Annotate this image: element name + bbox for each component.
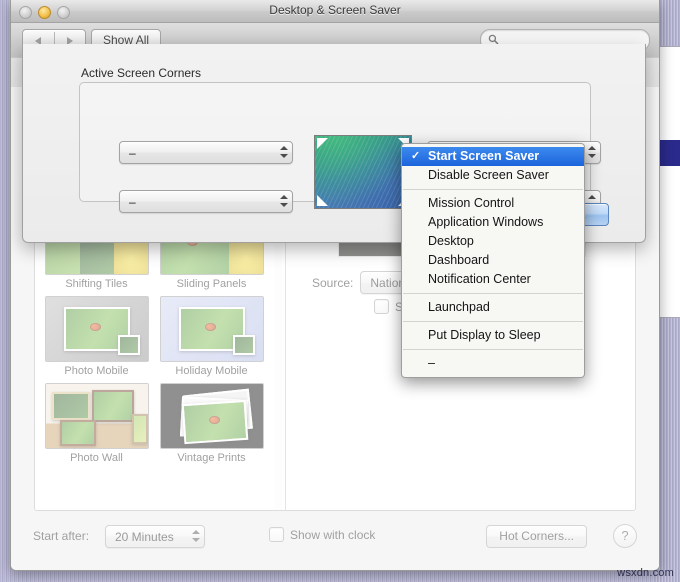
corner-popup-top-left[interactable]: – <box>119 141 293 164</box>
menu-item-label: Desktop <box>428 234 474 248</box>
thumb-art <box>91 390 134 422</box>
start-after-label: Start after: <box>33 529 90 543</box>
menu-item-put-display-to-sleep[interactable]: Put Display to Sleep <box>402 326 584 345</box>
window-title: Desktop & Screen Saver <box>269 3 401 17</box>
menu-item-label: Disable Screen Saver <box>428 168 549 182</box>
corner-popup-top-left-value: – <box>129 145 136 160</box>
thumb-art <box>59 420 96 446</box>
menu-item-start-screen-saver[interactable]: ✓ Start Screen Saver <box>402 147 584 166</box>
corner-popup-bottom-left-value: – <box>129 194 136 209</box>
corner-marker-bottom-left-icon <box>317 195 328 206</box>
list-item-label: Holiday Mobile <box>175 365 248 377</box>
screen-corners-preview <box>314 135 412 209</box>
help-button[interactable]: ? <box>613 524 637 548</box>
list-item[interactable]: Photo Wall <box>41 383 152 464</box>
list-item-label: Photo Wall <box>70 452 123 464</box>
list-item-label: Photo Mobile <box>64 365 129 377</box>
corner-marker-top-left-icon <box>317 138 328 149</box>
list-item[interactable]: Photo Mobile <box>41 296 152 377</box>
start-after-value: 20 Minutes <box>115 529 174 544</box>
menu-item-label: Start Screen Saver <box>428 149 540 163</box>
menu-item-label: – <box>428 356 435 370</box>
chevron-updown-icon <box>188 526 204 547</box>
chevron-updown-icon <box>584 142 600 163</box>
menu-item-launchpad[interactable]: Launchpad <box>402 298 584 317</box>
menu-separator <box>403 293 583 294</box>
screen-saver-thumbnail <box>159 383 264 449</box>
screen-saver-thumbnail <box>44 296 149 362</box>
corner-popup-bottom-left[interactable]: – <box>119 190 293 213</box>
screen-saver-thumbnail <box>44 383 149 449</box>
menu-item-label: Put Display to Sleep <box>428 328 541 342</box>
menu-item-label: Mission Control <box>428 196 515 210</box>
hot-corners-button[interactable]: Hot Corners... <box>486 525 587 548</box>
menu-item-none[interactable]: – <box>402 354 584 373</box>
ladybug-icon <box>89 323 101 331</box>
screen-saver-thumbnail <box>159 296 264 362</box>
watermark: wsxdn.com <box>617 567 674 579</box>
ladybug-icon <box>208 416 220 424</box>
thumb-art-small <box>117 335 140 355</box>
menu-item-label: Application Windows <box>428 215 544 229</box>
menu-item-dashboard[interactable]: Dashboard <box>402 251 584 270</box>
bottom-bar: Start after: 20 Minutes Show with clock … <box>11 515 659 559</box>
chevron-updown-icon <box>276 191 292 212</box>
thumb-art <box>131 414 148 444</box>
background-window-fragment <box>658 46 680 318</box>
ladybug-icon <box>204 323 216 331</box>
chevron-updown-icon <box>276 142 292 163</box>
menu-separator <box>403 321 583 322</box>
menu-item-mission-control[interactable]: Mission Control <box>402 194 584 213</box>
source-label: Source: <box>312 275 354 290</box>
show-with-clock-row[interactable]: Show with clock <box>269 527 375 542</box>
menu-item-notification-center[interactable]: Notification Center <box>402 270 584 289</box>
menu-item-application-windows[interactable]: Application Windows <box>402 213 584 232</box>
thumb-art-small <box>232 335 255 355</box>
shuffle-checkbox[interactable] <box>374 299 389 314</box>
list-item[interactable]: Vintage Prints <box>156 383 267 464</box>
menu-item-label: Notification Center <box>428 272 531 286</box>
list-item-label: Sliding Panels <box>176 278 247 290</box>
list-item-label: Vintage Prints <box>177 452 246 464</box>
menu-item-disable-screen-saver[interactable]: Disable Screen Saver <box>402 166 584 185</box>
desktop-screen-saver-window: Desktop & Screen Saver Show All Desktop … <box>10 0 660 571</box>
list-item-label: Shifting Tiles <box>65 278 128 290</box>
list-item[interactable]: Holiday Mobile <box>156 296 267 377</box>
background-selection-highlight <box>660 140 680 166</box>
menu-item-desktop[interactable]: Desktop <box>402 232 584 251</box>
window-titlebar: Desktop & Screen Saver <box>11 0 659 23</box>
sheet-title: Active Screen Corners <box>81 66 202 80</box>
checkmark-icon: ✓ <box>411 150 421 162</box>
thumb-art <box>51 392 90 420</box>
show-with-clock-checkbox[interactable] <box>269 527 284 542</box>
show-with-clock-label: Show with clock <box>290 527 376 542</box>
menu-separator <box>403 189 583 190</box>
menu-item-label: Launchpad <box>428 300 490 314</box>
menu-separator <box>403 349 583 350</box>
menu-item-label: Dashboard <box>428 253 490 267</box>
hot-corner-action-menu[interactable]: ✓ Start Screen Saver Disable Screen Save… <box>401 143 585 378</box>
start-after-popup[interactable]: 20 Minutes <box>105 525 205 548</box>
